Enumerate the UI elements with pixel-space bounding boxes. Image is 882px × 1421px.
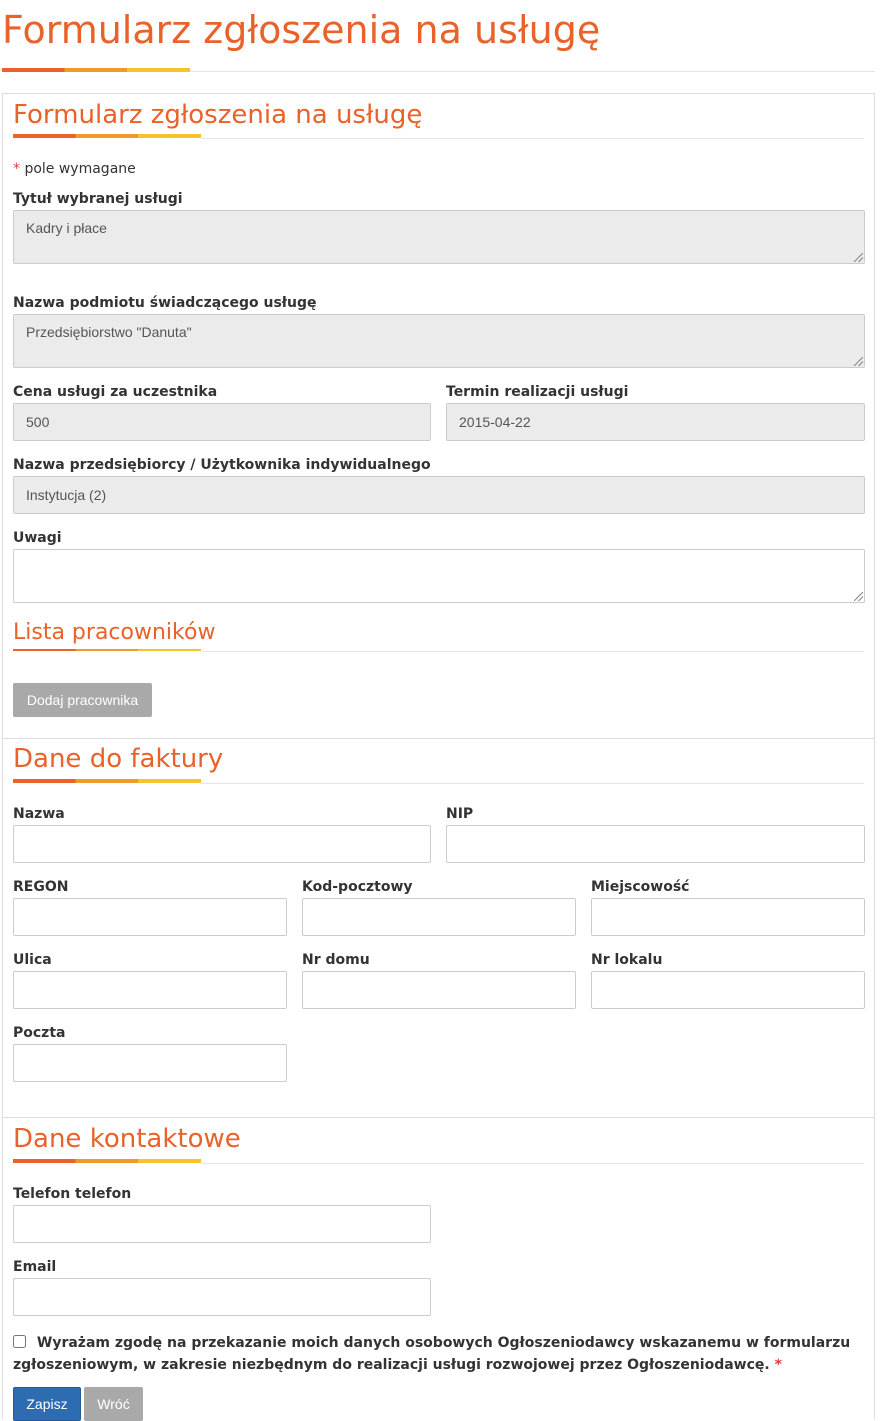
nip-field[interactable] [446,825,865,863]
post-office-label: Poczta [13,1025,66,1041]
consent-checkbox[interactable] [13,1335,26,1348]
entrepreneur-field[interactable] [13,476,865,514]
street-label: Ulica [13,952,52,968]
required-star: * [13,161,20,177]
nip-label: NIP [446,806,474,822]
postal-code-label: Kod-pocztowy [302,879,413,895]
email-field[interactable] [13,1278,431,1316]
house-number-field[interactable] [302,971,576,1009]
contact-section-title: Dane kontaktowe [13,1124,241,1154]
notes-label: Uwagi [13,530,62,546]
deadline-field[interactable] [446,403,865,441]
page-title: Formularz zgłoszenia na usługę [2,8,601,52]
apartment-number-label: Nr lokalu [591,952,663,968]
price-field[interactable] [13,403,431,441]
form-section-title: Formularz zgłoszenia na usługę [13,100,423,130]
invoice-section-title: Dane do faktury [13,744,224,774]
phone-field[interactable] [13,1205,431,1243]
city-label: Miejscowość [591,879,690,895]
form-section-underline [13,134,201,138]
employees-section-underline [13,649,201,651]
back-button[interactable]: Wróć [84,1387,143,1421]
form-section-divider [201,138,864,139]
email-label: Email [13,1259,57,1275]
provider-name-field[interactable]: Przedsiębiorstwo "Danuta" [13,314,865,368]
employees-section-divider [201,651,864,652]
price-label: Cena usługi za uczestnika [13,384,218,400]
entrepreneur-label: Nazwa przedsiębiorcy / Użytkownika indyw… [13,457,431,473]
save-button[interactable]: Zapisz [13,1387,81,1421]
consent-required-star: * [774,1357,782,1373]
invoice-name-label: Nazwa [13,806,65,822]
postal-code-field[interactable] [302,898,576,936]
apartment-number-field[interactable] [591,971,865,1009]
provider-name-label: Nazwa podmiotu świadczącego usługę [13,295,317,311]
service-title-label: Tytuł wybranej usługi [13,191,183,207]
invoice-section-underline [13,779,201,783]
page-title-underline [2,68,190,72]
street-field[interactable] [13,971,287,1009]
regon-label: REGON [13,879,69,895]
house-number-label: Nr domu [302,952,370,968]
employees-section-title: Lista pracowników [13,620,216,645]
consent-row: Wyrażam zgodę na przekazanie moich danyc… [13,1332,865,1376]
phone-label: Telefon telefon [13,1186,132,1202]
page-title-divider [190,71,875,72]
deadline-label: Termin realizacji usługi [446,384,629,400]
invoice-name-field[interactable] [13,825,431,863]
contact-section-underline [13,1159,201,1163]
required-note: * pole wymagane [13,161,136,177]
service-title-field[interactable]: Kadry i płace [13,210,865,264]
contact-section-divider [201,1163,864,1164]
regon-field[interactable] [13,898,287,936]
post-office-field[interactable] [13,1044,287,1082]
city-field[interactable] [591,898,865,936]
required-note-text: pole wymagane [24,161,136,177]
consent-text: Wyrażam zgodę na przekazanie moich danyc… [13,1335,851,1373]
notes-field[interactable] [13,549,865,603]
invoice-section-divider [201,783,864,784]
add-employee-button[interactable]: Dodaj pracownika [13,683,152,717]
